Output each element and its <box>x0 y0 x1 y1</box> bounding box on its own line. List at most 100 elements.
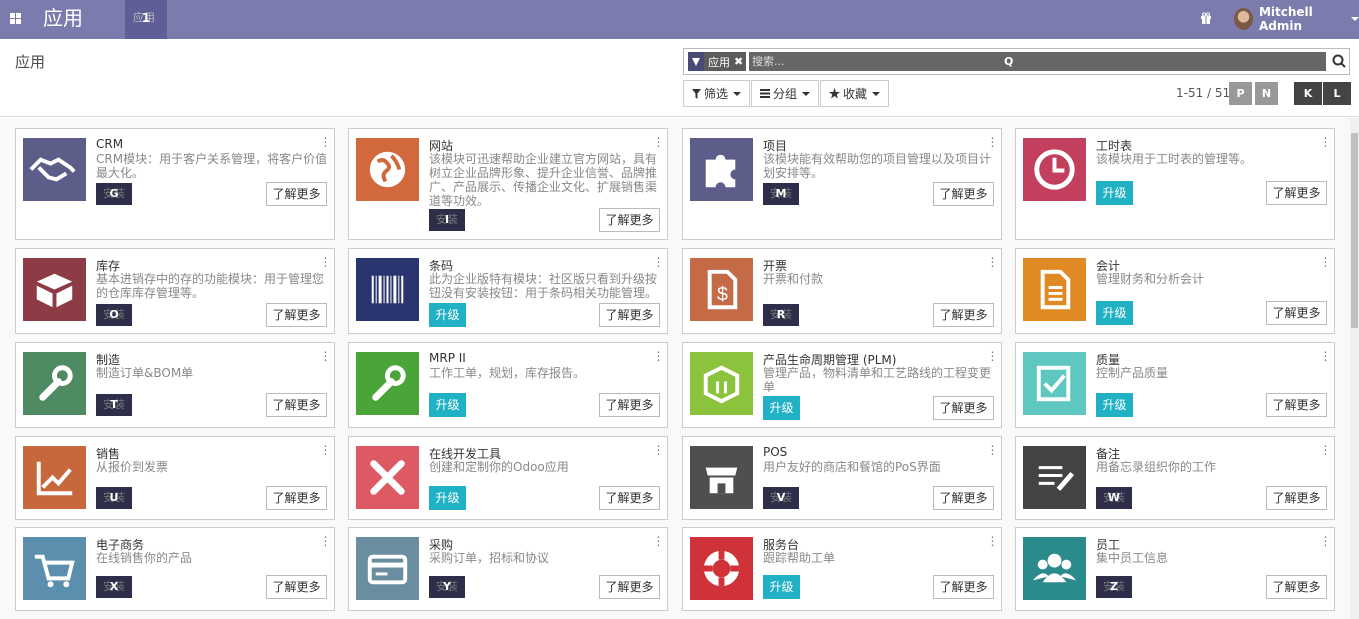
group-by-button[interactable]: 分组 <box>751 80 820 107</box>
scrollbar[interactable] <box>1350 118 1359 619</box>
more-options-icon[interactable]: • • • <box>1324 351 1327 364</box>
learn-more-button[interactable]: 了解更多 <box>599 575 660 599</box>
close-icon[interactable]: ✖ <box>734 55 746 68</box>
app-card: 库存 基本进销存中的存的功能模块：用于管理您的仓库库存管理等。 • • • 安装 O 了解更多 <box>15 248 335 334</box>
install-button[interactable]: 安装 V <box>763 487 799 509</box>
upgrade-button[interactable]: 升级 <box>1096 181 1133 205</box>
more-options-icon[interactable]: • • • <box>657 137 660 150</box>
learn-more-button[interactable]: 了解更多 <box>933 575 994 599</box>
install-button[interactable]: 安装 T <box>96 394 132 416</box>
learn-more-button[interactable]: 了解更多 <box>266 393 327 417</box>
more-options-icon[interactable]: • • • <box>324 137 327 150</box>
app-description: 管理财务和分析会计 <box>1096 272 1205 286</box>
install-button[interactable]: 安装 M <box>763 183 799 205</box>
install-shortcut: O <box>109 308 119 321</box>
install-button[interactable]: 安装 R <box>763 304 799 326</box>
filters-button[interactable]: 筛选 <box>683 80 751 107</box>
learn-more-button[interactable]: 了解更多 <box>266 575 327 599</box>
app-card: 在线开发工具 创建和定制你的Odoo应用 • • • 升级 了解更多 <box>348 436 668 520</box>
avatar <box>1234 8 1253 30</box>
learn-more-button[interactable]: 了解更多 <box>599 208 660 232</box>
learn-more-button[interactable]: 了解更多 <box>599 486 660 510</box>
group-by-label: 分组 <box>773 87 798 101</box>
upgrade-button[interactable]: 升级 <box>429 303 466 327</box>
more-options-icon[interactable]: • • • <box>324 445 327 458</box>
app-card: 产品生命周期管理 (PLM) 管理产品，物料清单和工艺路线的工程变更单 • • • 升级了… <box>682 342 1002 428</box>
more-options-icon[interactable]: • • • <box>991 445 994 458</box>
more-options-icon[interactable]: • • • <box>991 536 994 549</box>
gift-icon[interactable] <box>1200 12 1212 24</box>
learn-more-button[interactable]: 了解更多 <box>1266 301 1327 325</box>
more-options-icon[interactable]: • • • <box>1324 257 1327 270</box>
upgrade-button[interactable]: 升级 <box>1096 393 1133 417</box>
install-shortcut: W <box>1107 491 1121 504</box>
more-options-icon[interactable]: • • • <box>1324 445 1327 458</box>
install-button[interactable]: 安装 O <box>96 304 132 326</box>
learn-more-button[interactable]: 了解更多 <box>933 303 994 327</box>
chevron-down-icon <box>733 91 742 96</box>
learn-more-button[interactable]: 了解更多 <box>1266 393 1327 417</box>
apps-kanban-view: CRM CRM模块：用于客户关系管理，将客户价值最大化。 • • • 安装 G 了解更多 网站该… <box>0 118 1359 619</box>
learn-more-button[interactable]: 了解更多 <box>1266 486 1327 510</box>
favorites-button[interactable]: 收藏 <box>820 80 890 107</box>
handshake-icon <box>23 138 86 201</box>
learn-more-button[interactable]: 了解更多 <box>933 396 994 420</box>
more-options-icon[interactable]: • • • <box>1324 137 1327 150</box>
more-options-icon[interactable]: • • • <box>324 536 327 549</box>
learn-more-button[interactable]: 了解更多 <box>1266 575 1327 599</box>
more-options-icon[interactable]: • • • <box>657 351 660 364</box>
search-facet: 应用 ✖ <box>688 52 747 71</box>
upgrade-button[interactable]: 升级 <box>429 393 466 417</box>
kanban-view-button[interactable]: K <box>1294 82 1322 105</box>
learn-more-button[interactable]: 了解更多 <box>266 486 327 510</box>
more-options-icon[interactable]: • • • <box>1324 536 1327 549</box>
more-options-icon[interactable]: • • • <box>991 351 994 364</box>
search-box[interactable]: 应用 ✖ 搜索... Q <box>683 48 1350 75</box>
puzzle-icon <box>690 138 753 201</box>
app-brand[interactable]: 应用 <box>43 6 83 30</box>
more-options-icon[interactable]: • • • <box>657 445 660 458</box>
user-menu[interactable]: Mitchell Admin <box>1234 5 1359 33</box>
learn-more-button[interactable]: 了解更多 <box>933 182 994 206</box>
filter-icon <box>692 88 701 99</box>
more-options-icon[interactable]: • • • <box>324 257 327 270</box>
filters-label: 筛选 <box>704 87 729 101</box>
pager-next-button[interactable]: N <box>1255 82 1278 105</box>
menu-tab[interactable]: 应用 1 <box>125 0 167 39</box>
scrollbar-thumb[interactable] <box>1351 133 1358 328</box>
apps-menu-icon[interactable] <box>10 13 21 24</box>
learn-more-button[interactable]: 了解更多 <box>266 303 327 327</box>
learn-more-button[interactable]: 了解更多 <box>1266 181 1327 205</box>
install-shortcut: U <box>109 491 119 504</box>
install-button[interactable]: 安装 I <box>429 209 465 231</box>
user-name: Mitchell Admin <box>1258 5 1313 33</box>
lifebuoy-icon <box>690 537 753 600</box>
more-options-icon[interactable]: • • • <box>657 257 660 270</box>
search-icon[interactable] <box>1331 53 1347 69</box>
learn-more-button[interactable]: 了解更多 <box>599 393 660 417</box>
install-button[interactable]: 安装 X <box>96 576 132 598</box>
app-description: 基本进销存中的存的功能模块：用于管理您的仓库库存管理等。 <box>96 272 325 300</box>
upgrade-button[interactable]: 升级 <box>1096 301 1133 325</box>
list-view-button[interactable]: L <box>1323 82 1351 105</box>
search-input[interactable]: 搜索... Q <box>749 52 1326 71</box>
more-options-icon[interactable]: • • • <box>991 137 994 150</box>
more-options-icon[interactable]: • • • <box>991 257 994 270</box>
list-icon <box>760 89 771 98</box>
install-button[interactable]: 安装 U <box>96 487 132 509</box>
install-button[interactable]: 安装 G <box>96 183 132 205</box>
pager-previous-button[interactable]: P <box>1229 82 1252 105</box>
learn-more-button[interactable]: 了解更多 <box>599 303 660 327</box>
upgrade-button[interactable]: 升级 <box>763 575 800 599</box>
upgrade-button[interactable]: 升级 <box>763 396 800 420</box>
pager-value[interactable]: 1-51 / 51 <box>1176 86 1230 100</box>
install-button[interactable]: 安装 Z <box>1096 576 1132 598</box>
learn-more-button[interactable]: 了解更多 <box>266 182 327 206</box>
learn-more-button[interactable]: 了解更多 <box>933 486 994 510</box>
more-options-icon[interactable]: • • • <box>657 536 660 549</box>
more-options-icon[interactable]: • • • <box>324 351 327 364</box>
upgrade-button[interactable]: 升级 <box>429 486 466 510</box>
install-button[interactable]: 安装 W <box>1096 487 1132 509</box>
note-icon <box>1023 446 1086 509</box>
install-button[interactable]: 安装 Y <box>429 576 465 598</box>
